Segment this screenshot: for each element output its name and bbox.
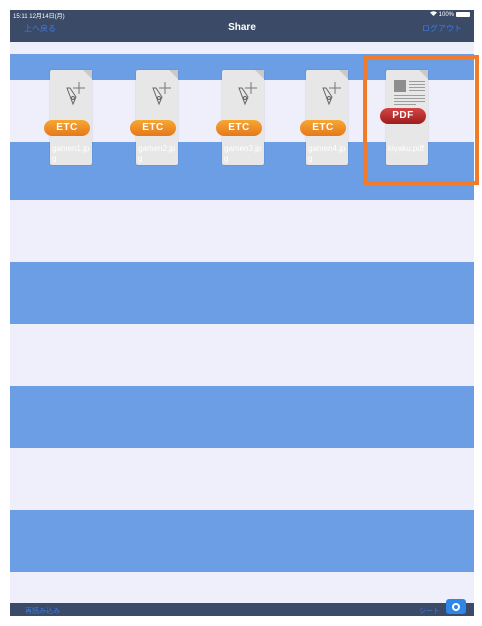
battery-icon	[456, 12, 470, 17]
battery-percent: 100%	[438, 11, 454, 18]
file-item-gamen3[interactable]: ETC gamen3.jpg	[216, 70, 272, 170]
page-title: Share	[228, 22, 256, 33]
selection-highlight	[363, 55, 479, 185]
file-name: gamen2.jpg	[138, 144, 176, 163]
status-bar: 15:11 12月14日(月) 100%	[10, 10, 474, 20]
file-item-gamen4[interactable]: ETC gamen4.jpg	[300, 70, 356, 170]
logout-button[interactable]: ログアウト	[422, 23, 462, 34]
sheet-button[interactable]: シート	[419, 606, 440, 616]
bottom-toolbar: 再読み込み シート	[10, 599, 474, 616]
file-item-gamen2[interactable]: ETC gamen2.jpg	[130, 70, 186, 170]
status-time: 15:11 12月14日(月)	[13, 14, 65, 20]
pen-nib-icon	[238, 82, 257, 106]
pen-nib-icon	[152, 82, 171, 106]
file-type-badge: ETC	[130, 120, 176, 136]
pen-nib-icon	[322, 82, 341, 106]
pen-nib-icon	[66, 82, 85, 106]
file-type-badge: ETC	[216, 120, 262, 136]
file-item-gamen1[interactable]: ETC gamen1.jpg	[44, 70, 100, 170]
file-type-badge: ETC	[300, 120, 346, 136]
file-name: gamen1.jpg	[52, 144, 90, 163]
file-type-badge: ETC	[44, 120, 90, 136]
wifi-icon	[429, 11, 437, 18]
file-name: gamen4.jpg	[308, 144, 346, 163]
status-indicators: 100%	[429, 11, 470, 18]
navigation-bar: 15:11 12月14日(月) 100% 上へ戻る Share ログアウト	[10, 10, 474, 42]
camera-icon[interactable]	[446, 599, 466, 614]
file-name: gamen3.jpg	[224, 144, 262, 163]
reload-button[interactable]: 再読み込み	[25, 606, 60, 616]
